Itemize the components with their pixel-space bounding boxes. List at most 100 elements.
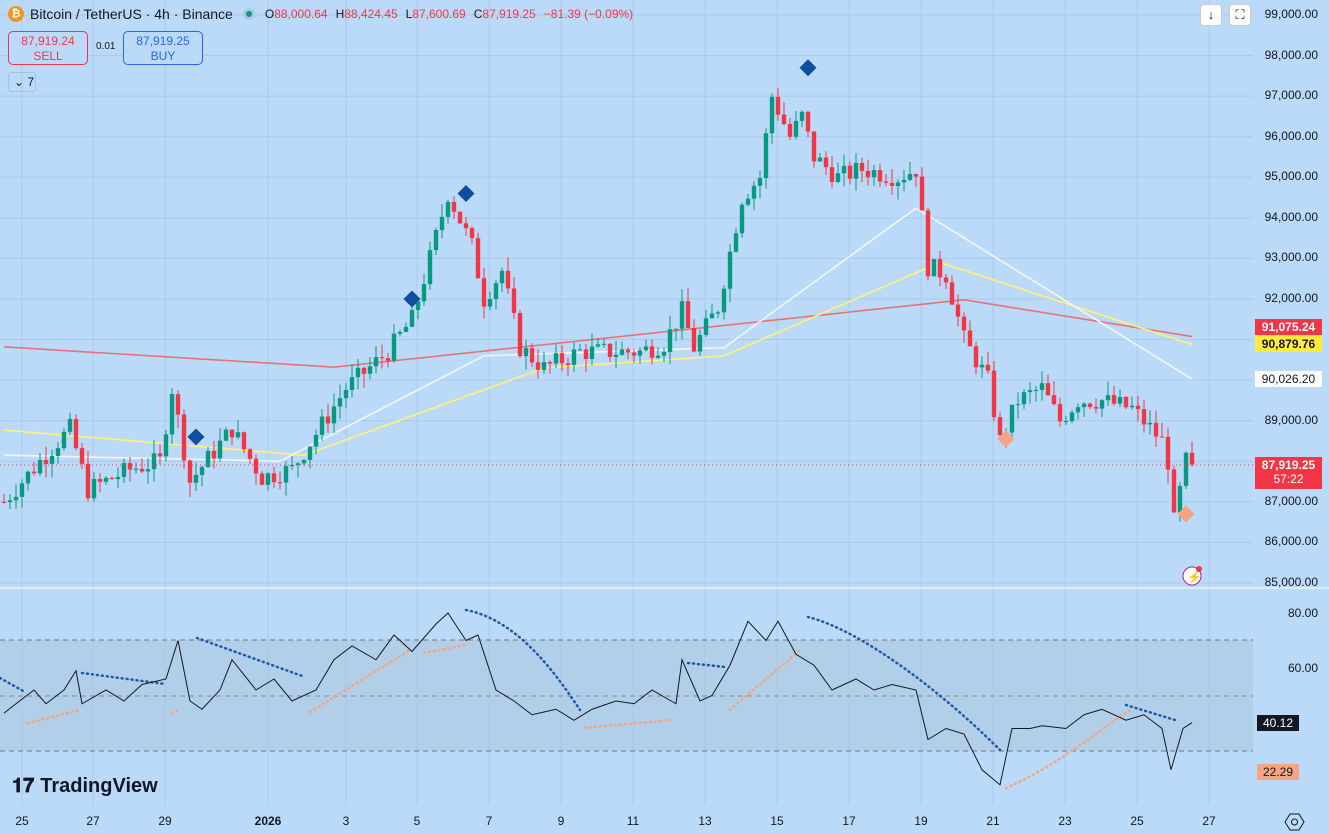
- candle-body: [433, 230, 439, 251]
- candle-body: [115, 476, 121, 480]
- candle-body: [1009, 404, 1015, 433]
- candle-body: [391, 333, 397, 361]
- candle-body: [1135, 405, 1141, 410]
- candle-body: [1093, 406, 1099, 409]
- time-axis-label: 29: [158, 814, 172, 828]
- candle-body: [901, 179, 907, 183]
- candle-body: [73, 418, 79, 449]
- indicators-toggle[interactable]: ⌄ 7: [8, 72, 36, 92]
- candle-body: [985, 364, 991, 371]
- candle-body: [49, 455, 55, 464]
- candle-body: [475, 238, 481, 279]
- time-axis-label: 2026: [254, 814, 282, 828]
- candle-body: [883, 181, 889, 183]
- candle-body: [583, 349, 589, 360]
- candle-body: [967, 330, 973, 347]
- candle-body: [955, 304, 961, 317]
- candle-body: [721, 288, 727, 313]
- time-axis-label: 25: [1130, 814, 1144, 828]
- candle-body: [343, 389, 349, 399]
- candle-body: [649, 346, 655, 358]
- candle-body: [187, 460, 193, 483]
- fullscreen-icon[interactable]: ⛶: [1229, 4, 1251, 26]
- candle-body: [1105, 395, 1111, 401]
- candle-body: [169, 394, 175, 435]
- candle-body: [157, 453, 163, 457]
- candle-body: [1015, 404, 1021, 406]
- candle-body: [775, 96, 781, 115]
- time-axis-label: 3: [342, 814, 350, 828]
- rsi-axis-60: 60.00: [1287, 661, 1318, 675]
- candle-body: [181, 414, 187, 461]
- candle-body: [1189, 452, 1195, 465]
- candle-body: [241, 432, 247, 450]
- candle-body: [313, 434, 319, 447]
- candle-body: [937, 259, 943, 278]
- candle-body: [991, 370, 997, 418]
- candle-body: [55, 448, 61, 456]
- candle-body: [607, 343, 613, 357]
- candle-body: [331, 406, 337, 424]
- candle-body: [265, 473, 271, 485]
- blue-signal-diamond: [187, 428, 205, 446]
- candle-body: [7, 500, 13, 503]
- candle-body: [229, 429, 235, 438]
- candle-body: [403, 326, 409, 332]
- candle-body: [505, 270, 511, 289]
- candle-body: [301, 459, 307, 464]
- spread: 0.01: [96, 41, 116, 52]
- settings-icon[interactable]: [1284, 813, 1305, 831]
- candle-body: [451, 201, 457, 212]
- candle-body: [943, 277, 949, 283]
- candle-body: [193, 474, 199, 483]
- candle-body: [637, 350, 643, 356]
- time-axis-label: 21: [986, 814, 1000, 828]
- sell-button[interactable]: 87,919.24 SELL: [8, 31, 88, 65]
- candle-body: [811, 131, 817, 162]
- bitcoin-logo-icon: ₿: [8, 6, 24, 22]
- candle-body: [151, 453, 157, 470]
- candle-body: [1177, 485, 1183, 513]
- candle-body: [25, 471, 31, 484]
- candle-body: [655, 355, 661, 358]
- candle-body: [595, 344, 601, 347]
- market-status-icon[interactable]: [242, 8, 255, 20]
- candle-body: [577, 349, 583, 351]
- price-axis-label: 95,000.00: [1264, 169, 1318, 184]
- candle-body: [1033, 390, 1039, 392]
- symbol-title[interactable]: Bitcoin / TetherUS · 4h · Binance: [30, 6, 233, 22]
- candle-body: [109, 477, 115, 480]
- candle-body: [823, 157, 829, 168]
- price-chart[interactable]: ⚡: [0, 0, 1329, 834]
- lightning-alert-icon[interactable]: ⚡: [1182, 566, 1202, 586]
- candle-body: [889, 182, 895, 186]
- candle-body: [361, 367, 367, 374]
- candle-body: [175, 394, 181, 415]
- candle-body: [373, 357, 379, 367]
- candle-body: [421, 284, 427, 302]
- time-axis-label: 25: [15, 814, 29, 828]
- candle-body: [1063, 421, 1069, 423]
- candle-body: [1117, 396, 1123, 404]
- candle-body: [271, 473, 277, 483]
- candle-body: [829, 167, 835, 183]
- candle-body: [535, 362, 541, 370]
- buy-button[interactable]: 87,919.25 BUY: [123, 31, 203, 65]
- candle-body: [613, 354, 619, 357]
- tradingview-logo[interactable]: 𝟏𝟕 TradingView: [12, 775, 158, 798]
- price-axis-label: 87,000.00: [1264, 493, 1318, 508]
- candle-body: [697, 334, 703, 352]
- candle-body: [355, 367, 361, 378]
- rsi-value-label: 40.12: [1257, 715, 1299, 731]
- candle-body: [763, 133, 769, 179]
- candle-body: [133, 468, 139, 470]
- candle-body: [277, 482, 283, 484]
- candle-body: [445, 201, 451, 217]
- price-axis-label: 86,000.00: [1264, 534, 1318, 549]
- candle-body: [733, 233, 739, 252]
- candle-body: [199, 467, 205, 475]
- candle-body: [853, 162, 859, 179]
- price-axis-label: 92,000.00: [1264, 290, 1318, 305]
- candle-body: [907, 173, 913, 180]
- arrow-down-icon[interactable]: ↓: [1200, 4, 1222, 26]
